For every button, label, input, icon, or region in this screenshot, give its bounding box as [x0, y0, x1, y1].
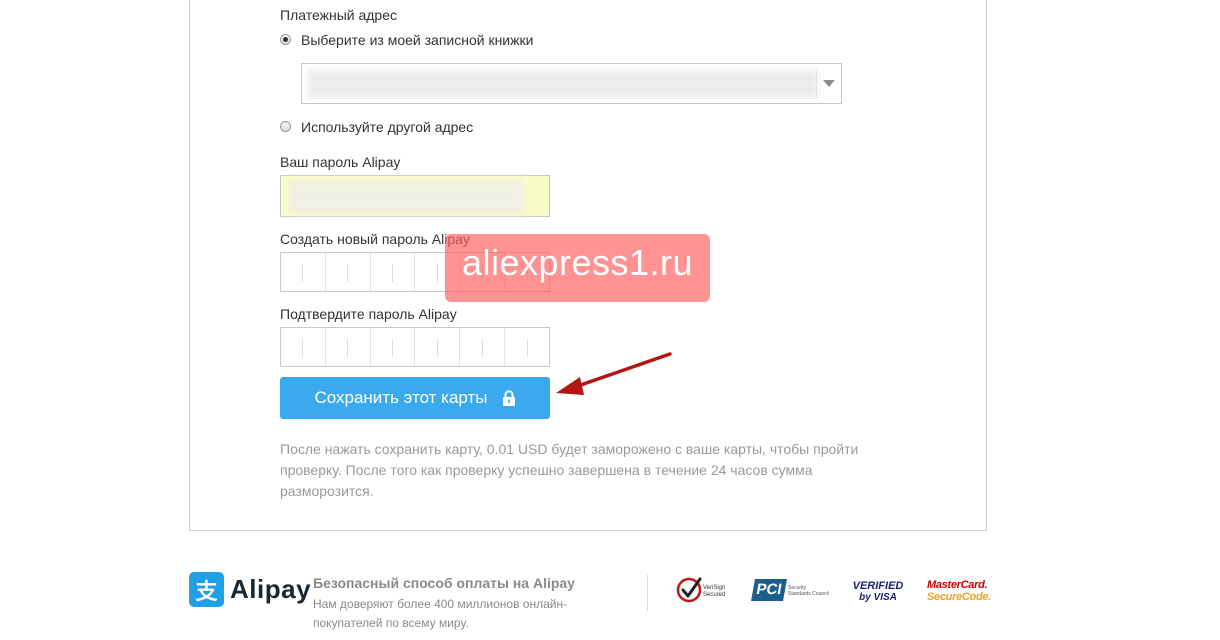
new-password-label: Создать новый пароль Alipay [280, 231, 470, 247]
pin-cell[interactable] [371, 328, 416, 366]
radio-other-address-label[interactable]: Используйте другой адрес [301, 119, 473, 135]
select-divider [816, 70, 817, 98]
pin-cell[interactable] [460, 328, 506, 366]
radio-other-address[interactable] [280, 121, 291, 132]
radio-address-book[interactable] [280, 34, 291, 45]
pin-cell[interactable] [415, 328, 461, 366]
pin-cell[interactable] [281, 328, 326, 366]
pci-badge: PCI Security Standards Council [751, 579, 829, 603]
verisign-text: VeriSign Secured [703, 585, 726, 598]
verisign-check-icon [676, 577, 702, 603]
save-card-button-label: Сохранить этот карты [314, 388, 488, 407]
save-card-button[interactable]: Сохранить этот карты [280, 377, 550, 419]
verisign-badge: VeriSign Secured [676, 576, 730, 604]
pci-logo: PCI [751, 579, 787, 601]
pin-cell[interactable] [326, 253, 371, 291]
pin-cell[interactable] [505, 328, 549, 366]
lock-icon [502, 389, 515, 406]
alipay-password-label: Ваш пароль Alipay [280, 154, 401, 170]
verified-by-visa-badge: VERIFIED by VISA [850, 580, 906, 606]
pin-cell[interactable] [371, 253, 416, 291]
confirm-password-label: Подтвердите пароль Alipay [280, 306, 457, 322]
watermark-badge: aliexpress1.ru [445, 234, 710, 302]
verified-text: VERIFIED [852, 580, 904, 592]
radio-address-book-label[interactable]: Выберите из моей записной книжки [301, 32, 533, 48]
chevron-down-icon[interactable] [823, 80, 835, 87]
alipay-password-value [289, 180, 524, 214]
verification-note: После нажать сохранить карту, 0.01 USD б… [280, 441, 859, 499]
alipay-logo-text: Alipay [230, 574, 312, 604]
address-select-value [308, 70, 818, 98]
alipay-logo: 支 Alipay [189, 572, 311, 607]
address-select[interactable] [301, 63, 842, 104]
pin-cell[interactable] [281, 253, 326, 291]
confirm-password-input[interactable] [280, 327, 550, 367]
billing-address-heading: Платежный адрес [280, 7, 397, 23]
pci-text: Security Standards Council [788, 585, 829, 597]
mastercard-text: MasterCard. [927, 579, 988, 591]
by-visa-text: by VISA [859, 592, 897, 603]
alipay-password-input[interactable] [280, 175, 550, 217]
securecode-text: SecureCode. [927, 591, 991, 603]
red-arrow-annotation [556, 352, 672, 395]
footer-subtitle: Нам доверяют более 400 миллионов онлайн-… [313, 597, 568, 630]
alipay-logo-icon: 支 [189, 572, 224, 607]
footer-divider [647, 575, 648, 611]
pin-cell[interactable] [326, 328, 371, 366]
footer-title: Безопасный способ оплаты на Alipay [313, 575, 575, 591]
mastercard-securecode-badge: MasterCard. SecureCode. [927, 579, 991, 605]
